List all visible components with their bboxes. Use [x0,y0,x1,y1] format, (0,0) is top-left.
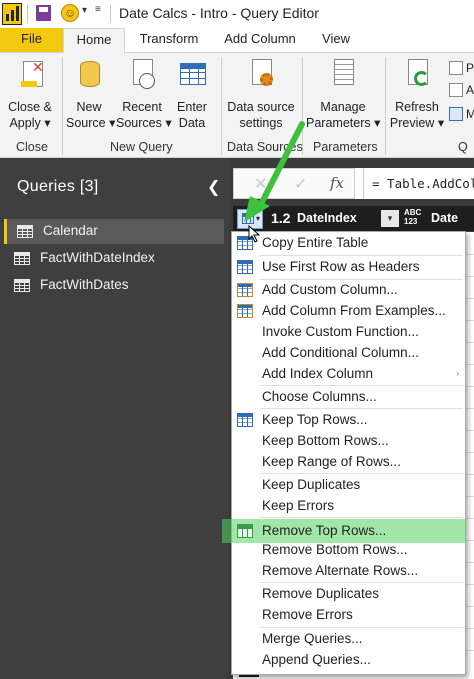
column-header-row: ▾ 1.2 DateIndex ▾ ABC 123 Date [233,206,474,231]
smiley-feedback-icon[interactable]: ☺ [61,4,79,22]
formula-input[interactable]: = Table.AddCol [363,168,474,199]
query-item-factwithdates[interactable]: FactWithDates [4,273,224,298]
menu-item-remove-duplicates[interactable]: Remove Duplicates [232,584,465,605]
properties-label[interactable]: P [466,61,474,75]
cancel-formula-icon[interactable]: ✕ [254,174,267,194]
tab-view[interactable]: View [310,28,362,52]
menu-item-keep-duplicates[interactable]: Keep Duplicates [232,475,465,496]
tab-file[interactable]: File [0,28,63,52]
formula-bar-buttons: ✕ ✓ fx [233,168,355,199]
table-icon [242,213,254,224]
refresh-preview-button[interactable]: Refresh Preview ▾ [389,57,445,131]
table-menu-button[interactable]: ▾ [237,209,263,229]
menu-item-add-conditional-column[interactable]: Add Conditional Column... [232,343,465,364]
keep-rows-icon [237,413,253,427]
menu-item-merge-queries[interactable]: Merge Queries... [232,629,465,650]
data-source-settings-icon [246,57,276,95]
queries-pane: Queries [3] ❮ Calendar FactWithDateIndex… [0,158,229,679]
menu-item-use-first-row-as-headers[interactable]: Use First Row as Headers [232,257,465,278]
menu-item-remove-alternate-rows[interactable]: Remove Alternate Rows... [232,561,465,582]
customize-toolbar-icon[interactable]: ≡ [95,4,101,15]
menu-item-add-index-column[interactable]: Add Index Column › [232,364,465,385]
copy-table-icon [237,236,253,250]
data-source-settings-button[interactable]: Data source settings [225,57,297,131]
table-icon [177,57,207,95]
any-type-icon[interactable]: ABC 123 [404,208,421,226]
new-source-button[interactable]: New Source ▾ [66,57,115,131]
collapse-pane-icon[interactable]: ❮ [207,177,220,197]
recent-sources-button[interactable]: Recent Sources ▾ [116,57,172,131]
properties-icon[interactable] [449,61,463,75]
enter-data-button[interactable]: Enter Data [172,57,212,131]
custom-column-icon [237,283,253,297]
menu-item-copy-entire-table[interactable]: Copy Entire Table [232,233,465,254]
decimal-type-icon[interactable]: 1.2 [271,210,290,226]
table-icon [237,260,253,274]
manage-parameters-button[interactable]: Manage Parameters ▾ [306,57,380,131]
formula-bar: ✕ ✓ fx = Table.AddCol [233,168,474,199]
menu-item-append-queries[interactable]: Append Queries... [232,650,465,671]
menu-item-keep-range-of-rows[interactable]: Keep Range of Rows... [232,452,465,473]
advanced-editor-icon[interactable] [449,83,463,97]
menu-item-remove-bottom-rows[interactable]: Remove Bottom Rows... [232,540,465,561]
menu-item-keep-bottom-rows[interactable]: Keep Bottom Rows... [232,431,465,452]
group-label-close: Close [16,140,48,154]
database-icon [74,57,104,95]
group-separator [62,57,63,155]
menu-item-add-custom-column[interactable]: Add Custom Column... [232,280,465,301]
group-separator [385,57,386,155]
commit-formula-icon[interactable]: ✓ [294,174,307,194]
manage-label[interactable]: M [466,107,474,121]
menu-item-choose-columns[interactable]: Choose Columns... [232,387,465,408]
close-apply-button[interactable]: ✕ Close & Apply ▾ [4,57,56,131]
refresh-icon [402,57,432,95]
menu-item-remove-errors[interactable]: Remove Errors [232,605,465,626]
column-filter-button[interactable]: ▾ [381,210,399,227]
table-icon [14,252,30,265]
close-apply-icon: ✕ [15,57,45,95]
manage-icon[interactable] [449,107,463,121]
table-icon [14,279,30,292]
power-bi-app-icon[interactable] [2,3,22,25]
menu-item-add-column-from-examples[interactable]: Add Column From Examples... [232,301,465,322]
group-label-new-query: New Query [110,140,173,154]
group-separator [221,57,222,155]
save-icon[interactable] [36,5,51,21]
title-bar: ☺ ▾ ≡ Date Calcs - Intro - Query Editor [0,0,474,28]
title-separator [27,5,28,23]
group-label-query: Q [458,140,468,154]
advanced-editor-label[interactable]: A [466,83,474,97]
ribbon-tabs: File Home Transform Add Column View [0,28,474,53]
smiley-dropdown-icon[interactable]: ▾ [82,5,87,16]
tab-add-column[interactable]: Add Column [214,28,306,52]
menu-item-keep-errors[interactable]: Keep Errors [232,496,465,517]
tab-home[interactable]: Home [63,28,125,53]
tab-transform[interactable]: Transform [128,28,210,52]
query-item-factwithdateindex[interactable]: FactWithDateIndex [4,246,224,271]
column-header-date[interactable]: Date [431,211,458,225]
window-title: Date Calcs - Intro - Query Editor [119,5,319,21]
query-item-calendar[interactable]: Calendar [4,219,224,244]
ribbon: ✕ Close & Apply ▾ New Source ▾ Recent So… [0,52,474,158]
table-icon [17,225,33,238]
recent-sources-icon [127,57,157,95]
column-examples-icon [237,304,253,318]
group-label-parameters: Parameters [313,140,378,154]
submenu-arrow-icon: › [456,369,459,378]
column-header-dateindex[interactable]: DateIndex [297,211,357,225]
menu-item-invoke-custom-function[interactable]: Invoke Custom Function... [232,322,465,343]
queries-pane-title: Queries [3] [17,178,99,195]
group-label-data-sources: Data Sources [227,140,303,154]
parameters-icon [328,57,358,95]
menu-item-keep-top-rows[interactable]: Keep Top Rows... [232,410,465,431]
remove-rows-icon [237,524,253,538]
insert-function-icon[interactable]: fx [330,174,344,192]
chevron-down-icon: ▾ [256,214,261,223]
title-separator [110,5,111,23]
table-context-menu: Copy Entire Table Use First Row as Heade… [222,231,466,675]
